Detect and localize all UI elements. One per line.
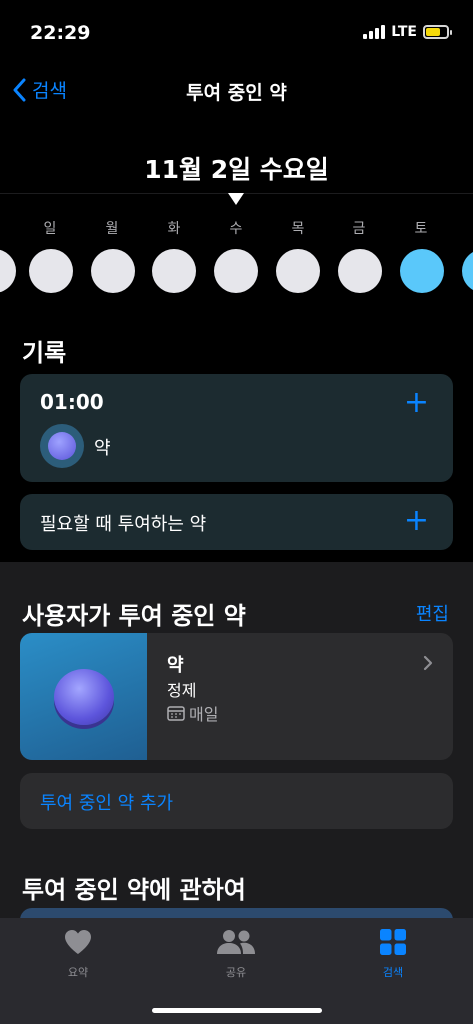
- pill-icon: [54, 669, 114, 725]
- weekday-label: 월: [105, 221, 119, 237]
- heart-icon: [65, 930, 91, 954]
- meds-section-title: 사용자가 투여 중인 약: [22, 602, 246, 630]
- tab-label: 요약: [67, 966, 89, 979]
- tab-sharing[interactable]: 공유: [186, 928, 286, 980]
- tab-label: 공유: [225, 966, 247, 979]
- log-time: 01:00: [40, 390, 104, 414]
- medication-schedule: 매일: [167, 701, 218, 725]
- log-entry-card[interactable]: 01:00 + 약: [20, 374, 453, 482]
- day-circle[interactable]: [0, 249, 16, 293]
- navigation-bar: 검색 투여 중인 약: [0, 70, 473, 114]
- network-label: LTE: [391, 24, 417, 40]
- weekday-label: 목: [291, 221, 305, 237]
- tab-browse[interactable]: 검색: [343, 928, 443, 980]
- day-circle-today[interactable]: [400, 249, 444, 293]
- edit-button[interactable]: 편집: [416, 600, 449, 626]
- as-needed-card[interactable]: 필요할 때 투여하는 약 +: [20, 494, 453, 550]
- day-circle[interactable]: [214, 249, 258, 293]
- weekday-row: 일 월 화 수 목 금 토: [0, 218, 473, 238]
- log-section-title: 기록: [22, 339, 67, 367]
- day-circle[interactable]: [29, 249, 73, 293]
- day-circle[interactable]: [276, 249, 320, 293]
- battery-icon: [423, 25, 452, 39]
- people-icon: [217, 930, 255, 954]
- status-bar: 22:29 LTE: [0, 0, 473, 60]
- status-indicators: LTE: [363, 24, 452, 40]
- pill-icon: [40, 424, 84, 468]
- add-log-icon[interactable]: +: [404, 388, 429, 418]
- about-section-title: 투여 중인 약에 관하여: [22, 876, 246, 904]
- weekday-label: 금: [352, 221, 366, 237]
- weekday-label: 토: [414, 221, 428, 237]
- as-needed-label: 필요할 때 투여하는 약: [40, 514, 207, 535]
- medication-form: 정제: [167, 681, 197, 700]
- date-title: 11월 2일 수요일: [144, 155, 329, 184]
- weekday-label: 수: [229, 221, 243, 237]
- schedule-label: 매일: [189, 705, 219, 724]
- medication-name: 약: [167, 655, 184, 676]
- date-pointer-icon: [228, 193, 244, 205]
- chevron-right-icon: [423, 655, 433, 671]
- status-time: 22:29: [30, 22, 91, 44]
- day-circle[interactable]: [152, 249, 196, 293]
- add-medication-label: 투여 중인 약 추가: [40, 793, 174, 814]
- home-indicator: [152, 1008, 322, 1013]
- add-medication-button[interactable]: 투여 중인 약 추가: [20, 773, 453, 829]
- medication-image: [20, 633, 147, 760]
- tab-summary[interactable]: 요약: [28, 928, 128, 980]
- grid-icon: [380, 929, 406, 955]
- day-circle[interactable]: [338, 249, 382, 293]
- page-title: 투여 중인 약: [186, 82, 287, 104]
- day-circle[interactable]: [462, 249, 473, 293]
- day-circles: [0, 249, 473, 293]
- weekday-label: 일: [43, 221, 57, 237]
- day-circle[interactable]: [91, 249, 135, 293]
- calendar-icon: [167, 706, 185, 721]
- signal-icon: [363, 25, 386, 39]
- tab-label: 검색: [382, 966, 404, 979]
- log-med-name: 약: [94, 438, 111, 459]
- add-as-needed-icon[interactable]: +: [404, 506, 429, 536]
- medication-card[interactable]: 약 정제 매일: [20, 633, 453, 760]
- weekday-label: 화: [167, 221, 181, 237]
